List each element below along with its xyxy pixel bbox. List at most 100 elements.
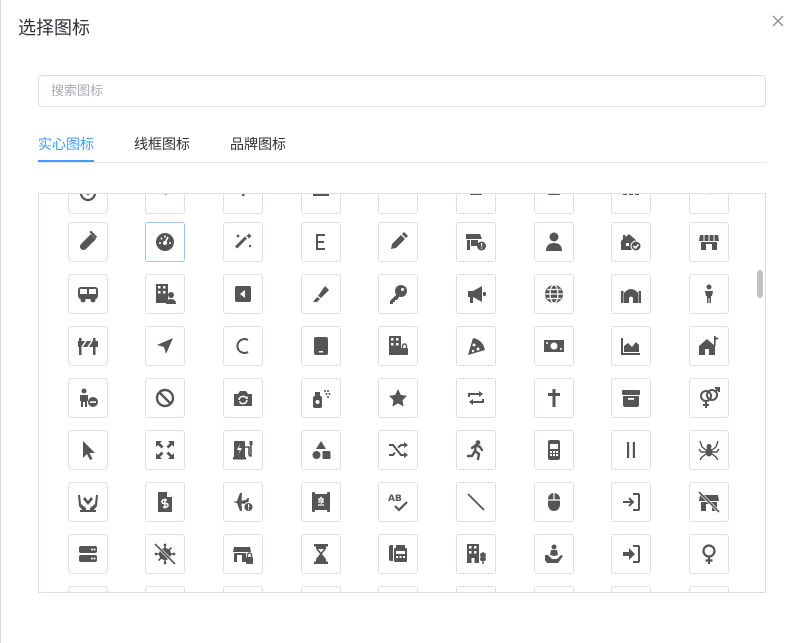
icon-cell[interactable] [534, 482, 574, 522]
close-button[interactable] [767, 10, 789, 32]
icon-cell[interactable] [378, 326, 418, 366]
icon-cell[interactable] [301, 274, 341, 314]
marker-icon [313, 286, 329, 302]
icon-cell[interactable] [689, 222, 729, 262]
icon-cell[interactable] [689, 326, 729, 366]
icon-cell[interactable] [68, 274, 108, 314]
icon-cell[interactable] [534, 378, 574, 418]
icon-cell[interactable] [378, 194, 418, 214]
icon-cell[interactable] [534, 274, 574, 314]
icon-cell[interactable] [611, 586, 651, 592]
icon-cell[interactable] [689, 534, 729, 574]
key-icon [390, 285, 407, 304]
hand-child-icon [545, 544, 563, 563]
icon-cell[interactable] [378, 378, 418, 418]
icon-cell[interactable] [611, 534, 651, 574]
icon-cell[interactable] [68, 194, 108, 214]
icon-cell[interactable] [534, 326, 574, 366]
icon-cell[interactable] [456, 222, 496, 262]
icon-cell[interactable] [689, 194, 729, 214]
icon-cell[interactable] [456, 586, 496, 592]
icon-cell[interactable] [611, 430, 651, 470]
icon-cell[interactable] [611, 194, 651, 214]
icon-cell[interactable] [145, 326, 185, 366]
pen-partial-icon [164, 194, 167, 195]
icon-cell[interactable] [611, 274, 651, 314]
icon-cell[interactable] [223, 586, 263, 592]
icon-cell[interactable] [301, 482, 341, 522]
icon-cell[interactable] [68, 534, 108, 574]
icon-cell[interactable] [68, 378, 108, 418]
icon-cell[interactable] [456, 534, 496, 574]
icon-cell[interactable] [301, 378, 341, 418]
icon-cell[interactable] [689, 586, 729, 592]
icon-cell[interactable] [301, 194, 341, 214]
icon-cell[interactable] [223, 326, 263, 366]
icon-cell[interactable] [223, 378, 263, 418]
icon-cell[interactable] [145, 430, 185, 470]
globe-icon [545, 284, 563, 304]
icon-cell[interactable] [223, 274, 263, 314]
icon-cell[interactable] [301, 534, 341, 574]
icon-cell[interactable]: AB [378, 482, 418, 522]
magic-wand-icon [234, 233, 252, 249]
icon-cell[interactable] [689, 274, 729, 314]
icon-cell[interactable] [68, 482, 108, 522]
icon-cell[interactable] [301, 326, 341, 366]
tab-solid[interactable]: 实心图标 [38, 134, 94, 154]
icon-cell[interactable] [689, 482, 729, 522]
icon-cell[interactable] [534, 222, 574, 262]
circle-partial-icon [79, 194, 97, 202]
icon-cell[interactable] [378, 222, 418, 262]
icon-cell[interactable] [456, 378, 496, 418]
icon-cell[interactable] [223, 482, 263, 522]
icon-cell[interactable] [611, 326, 651, 366]
icon-cell[interactable] [145, 482, 185, 522]
icon-cell[interactable] [145, 274, 185, 314]
search-input[interactable] [38, 75, 766, 107]
icon-cell[interactable] [68, 430, 108, 470]
icon-cell[interactable] [378, 430, 418, 470]
icon-cell[interactable] [534, 534, 574, 574]
person-minus-icon [80, 388, 98, 407]
tab-brand[interactable]: 品牌图标 [230, 134, 286, 154]
icon-cell[interactable] [378, 274, 418, 314]
icon-cell[interactable] [301, 430, 341, 470]
icon-cell[interactable] [223, 430, 263, 470]
icon-cell[interactable] [68, 222, 108, 262]
icon-cell[interactable] [456, 274, 496, 314]
icon-cell[interactable] [68, 326, 108, 366]
scrollbar-thumb[interactable] [757, 270, 763, 298]
icon-cell[interactable] [611, 378, 651, 418]
child-icon [705, 284, 713, 303]
icon-cell[interactable] [68, 586, 108, 592]
shuffle-icon [389, 442, 408, 458]
icon-cell[interactable] [145, 586, 185, 592]
icon-cell[interactable] [534, 430, 574, 470]
icon-cell[interactable] [534, 194, 574, 214]
icon-cell[interactable] [301, 586, 341, 592]
bottle-partial-icon [548, 194, 560, 195]
icon-cell[interactable] [223, 194, 263, 214]
icon-cell[interactable] [456, 430, 496, 470]
icon-cell[interactable] [689, 430, 729, 470]
tab-outline[interactable]: 线框图标 [134, 134, 190, 154]
person-running-icon [466, 440, 484, 461]
icon-cell[interactable] [378, 586, 418, 592]
box-archive-icon [622, 390, 640, 407]
icon-cell[interactable] [145, 222, 185, 262]
icon-cell[interactable] [534, 586, 574, 592]
icon-cell[interactable] [378, 534, 418, 574]
icon-cell[interactable] [611, 222, 651, 262]
icon-cell[interactable] [223, 534, 263, 574]
icon-cell[interactable] [145, 194, 185, 214]
icon-cell[interactable] [689, 378, 729, 418]
icon-cell[interactable] [456, 326, 496, 366]
icon-cell[interactable] [456, 482, 496, 522]
icon-cell[interactable] [611, 482, 651, 522]
icon-cell[interactable] [301, 222, 341, 262]
icon-cell[interactable] [223, 222, 263, 262]
icon-cell[interactable] [145, 534, 185, 574]
icon-cell[interactable] [145, 378, 185, 418]
icon-cell[interactable] [456, 194, 496, 214]
